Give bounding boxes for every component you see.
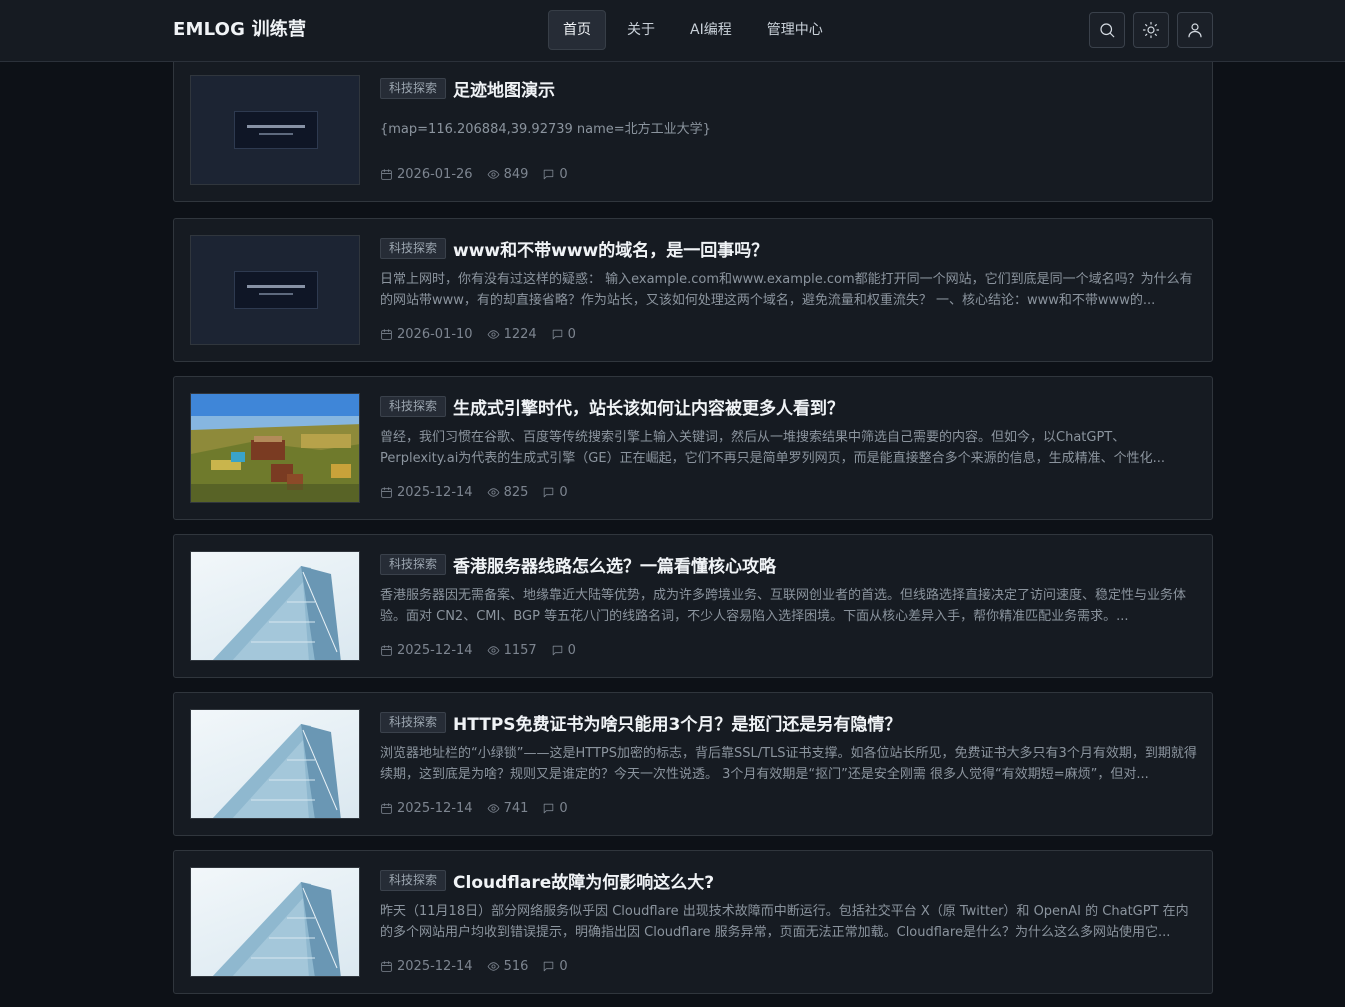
post-title[interactable]: 香港服务器线路怎么选？一篇看懂核心攻略 — [453, 552, 776, 577]
category-tag[interactable]: 科技探索 — [380, 395, 447, 417]
post-views: 825 — [503, 484, 529, 500]
category-tag[interactable]: 科技探索 — [380, 711, 447, 733]
comment-icon — [544, 169, 554, 179]
calendar-icon — [381, 644, 392, 656]
post-thumbnail[interactable] — [190, 235, 360, 345]
site-header: EMLOG 训练营 首页 关于 AI编程 管理中心 — [0, 0, 1345, 62]
post-excerpt: 浏览器地址栏的“小绿锁”——这是HTTPS加密的标志，背后靠SSL/TLS证书支… — [380, 746, 1197, 782]
post-views: 849 — [503, 166, 529, 182]
comment-icon — [544, 961, 554, 971]
post-excerpt: 日常上网时，你有没有过这样的疑惑： 输入example.com和www.exam… — [380, 272, 1193, 308]
eye-icon — [487, 169, 499, 179]
post-comments: 0 — [559, 958, 568, 974]
comment-icon — [544, 487, 554, 497]
theme-toggle-button[interactable] — [1133, 12, 1169, 48]
main-nav: 首页 关于 AI编程 管理中心 — [548, 10, 844, 50]
category-tag[interactable]: 科技探索 — [380, 77, 447, 99]
post-comments: 0 — [559, 800, 568, 816]
post-date: 2025-12-14 — [397, 958, 473, 974]
post-thumbnail[interactable] — [190, 709, 360, 819]
eye-icon — [487, 329, 499, 339]
calendar-icon — [381, 486, 392, 498]
eye-icon — [487, 803, 499, 813]
calendar-icon — [381, 328, 392, 340]
post-title[interactable]: HTTPS免费证书为啥只能用3个月？是抠门还是另有隐情？ — [453, 710, 901, 735]
post-title[interactable]: www和不带www的域名，是一回事吗？ — [453, 236, 768, 261]
post-meta: 2026-01-26 849 0 — [380, 165, 1198, 183]
calendar-icon — [381, 802, 392, 814]
eye-icon — [487, 645, 499, 655]
post-thumbnail[interactable] — [190, 75, 360, 185]
eye-icon — [487, 961, 499, 971]
post-card[interactable]: 科技探索 Cloudflare故障为何影响这么大? 昨天（11月18日）部分网络… — [173, 850, 1213, 994]
category-tag[interactable]: 科技探索 — [380, 237, 447, 259]
post-thumbnail[interactable] — [190, 867, 360, 977]
post-thumbnail[interactable] — [190, 393, 360, 503]
post-title[interactable]: Cloudflare故障为何影响这么大? — [453, 868, 714, 893]
calendar-icon — [381, 168, 392, 180]
category-tag[interactable]: 科技探索 — [380, 553, 447, 575]
post-meta: 2025-12-14 825 0 — [380, 483, 1198, 501]
post-meta: 2025-12-14 1157 0 — [380, 641, 1198, 659]
comment-icon — [544, 803, 554, 813]
nav-item-admin[interactable]: 管理中心 — [753, 10, 837, 50]
post-title[interactable]: 足迹地图演示 — [453, 76, 555, 101]
post-excerpt: {map=116.206884,39.92739 name=北方工业大学} — [380, 122, 711, 137]
post-date: 2025-12-14 — [397, 642, 473, 658]
nav-item-about[interactable]: 关于 — [613, 10, 669, 50]
post-date: 2025-12-14 — [397, 484, 473, 500]
post-comments: 0 — [567, 326, 576, 342]
glass-building-image — [212, 566, 341, 660]
post-comments: 0 — [559, 166, 568, 182]
category-tag[interactable]: 科技探索 — [380, 869, 447, 891]
nav-item-ai-coding[interactable]: AI编程 — [676, 10, 746, 50]
sun-icon — [1142, 21, 1160, 39]
post-date: 2026-01-10 — [397, 326, 473, 342]
post-views: 1157 — [503, 642, 537, 658]
comment-icon — [552, 645, 562, 655]
nav-item-home[interactable]: 首页 — [548, 10, 606, 50]
post-views: 516 — [503, 958, 529, 974]
search-button[interactable] — [1089, 12, 1125, 48]
post-card[interactable]: 科技探索 www和不带www的域名，是一回事吗？ 日常上网时，你有没有过这样的疑… — [173, 218, 1213, 362]
post-views: 741 — [503, 800, 529, 816]
user-button[interactable] — [1177, 12, 1213, 48]
post-card[interactable]: 科技探索 香港服务器线路怎么选？一篇看懂核心攻略 香港服务器因无需备案、地缘靠近… — [173, 534, 1213, 678]
game-landscape-image — [191, 394, 359, 502]
post-views: 1224 — [503, 326, 537, 342]
comment-icon — [552, 329, 562, 339]
user-icon — [1188, 23, 1202, 38]
calendar-icon — [381, 960, 392, 972]
post-meta: 2025-12-14 516 0 — [380, 957, 1198, 975]
search-icon — [1100, 23, 1115, 38]
placeholder-image-icon — [234, 111, 318, 149]
post-card[interactable]: 科技探索 足迹地图演示 {map=116.206884,39.92739 nam… — [173, 58, 1213, 202]
post-comments: 0 — [559, 484, 568, 500]
post-card[interactable]: 科技探索 生成式引擎时代，站长该如何让内容被更多人看到？ 曾经，我们习惯在谷歌、… — [173, 376, 1213, 520]
placeholder-image-icon — [234, 271, 318, 309]
site-brand[interactable]: EMLOG 训练营 — [173, 18, 306, 42]
eye-icon — [487, 487, 499, 497]
post-excerpt: 曾经，我们习惯在谷歌、百度等传统搜索引擎上输入关键词，然后从一堆搜索结果中筛选自… — [380, 430, 1165, 466]
post-excerpt: 香港服务器因无需备案、地缘靠近大陆等优势，成为许多跨境业务、互联网创业者的首选。… — [380, 588, 1187, 624]
post-card[interactable]: 科技探索 HTTPS免费证书为啥只能用3个月？是抠门还是另有隐情？ 浏览器地址栏… — [173, 692, 1213, 836]
glass-building-image — [212, 882, 341, 976]
post-excerpt: 昨天（11月18日）部分网络服务似乎因 Cloudflare 出现技术故障而中断… — [380, 904, 1189, 940]
post-comments: 0 — [567, 642, 576, 658]
glass-building-image — [212, 724, 341, 818]
post-thumbnail[interactable] — [190, 551, 360, 661]
post-meta: 2026-01-10 1224 0 — [380, 325, 1198, 343]
post-date: 2026-01-26 — [397, 166, 473, 182]
post-date: 2025-12-14 — [397, 800, 473, 816]
post-title[interactable]: 生成式引擎时代，站长该如何让内容被更多人看到？ — [453, 394, 844, 419]
post-meta: 2025-12-14 741 0 — [380, 799, 1198, 817]
